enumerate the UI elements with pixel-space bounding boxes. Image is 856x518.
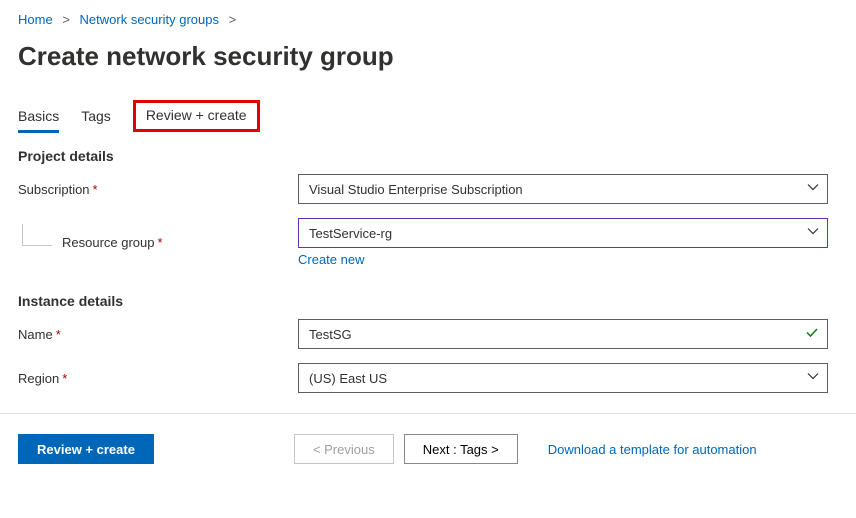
review-create-button[interactable]: Review + create	[18, 434, 154, 464]
resource-group-select[interactable]: TestService-rg	[298, 218, 828, 248]
chevron-down-icon	[807, 182, 819, 197]
tab-basics[interactable]: Basics	[18, 102, 59, 132]
tab-review-create[interactable]: Review + create	[133, 100, 260, 132]
previous-button[interactable]: < Previous	[294, 434, 394, 464]
breadcrumb-separator: >	[223, 12, 243, 27]
resource-group-value: TestService-rg	[309, 226, 392, 241]
subscription-value: Visual Studio Enterprise Subscription	[309, 182, 523, 197]
chevron-down-icon	[807, 371, 819, 386]
region-label: Region	[18, 371, 59, 386]
region-select[interactable]: (US) East US	[298, 363, 828, 393]
subscription-select[interactable]: Visual Studio Enterprise Subscription	[298, 174, 828, 204]
name-value: TestSG	[309, 327, 352, 342]
required-indicator: *	[56, 327, 61, 342]
section-project-details: Project details	[18, 148, 838, 164]
resource-group-label: Resource group	[62, 235, 155, 250]
chevron-down-icon	[807, 226, 819, 241]
name-input[interactable]: TestSG	[298, 319, 828, 349]
section-instance-details: Instance details	[18, 293, 838, 309]
required-indicator: *	[158, 235, 163, 250]
page-title: Create network security group	[18, 41, 838, 72]
tabs: Basics Tags Review + create	[18, 102, 838, 132]
breadcrumb-home[interactable]: Home	[18, 12, 53, 27]
next-button[interactable]: Next : Tags >	[404, 434, 518, 464]
tab-tags[interactable]: Tags	[81, 102, 111, 132]
check-icon	[805, 326, 819, 343]
required-indicator: *	[62, 371, 67, 386]
tree-connector	[22, 224, 52, 246]
footer-bar: Review + create < Previous Next : Tags >…	[0, 413, 856, 484]
breadcrumb-separator: >	[56, 12, 76, 27]
breadcrumb-nsg[interactable]: Network security groups	[80, 12, 219, 27]
required-indicator: *	[93, 182, 98, 197]
create-new-link[interactable]: Create new	[298, 252, 364, 267]
name-label: Name	[18, 327, 53, 342]
breadcrumb: Home > Network security groups >	[18, 10, 838, 27]
region-value: (US) East US	[309, 371, 387, 386]
download-template-link[interactable]: Download a template for automation	[548, 442, 757, 457]
subscription-label: Subscription	[18, 182, 90, 197]
